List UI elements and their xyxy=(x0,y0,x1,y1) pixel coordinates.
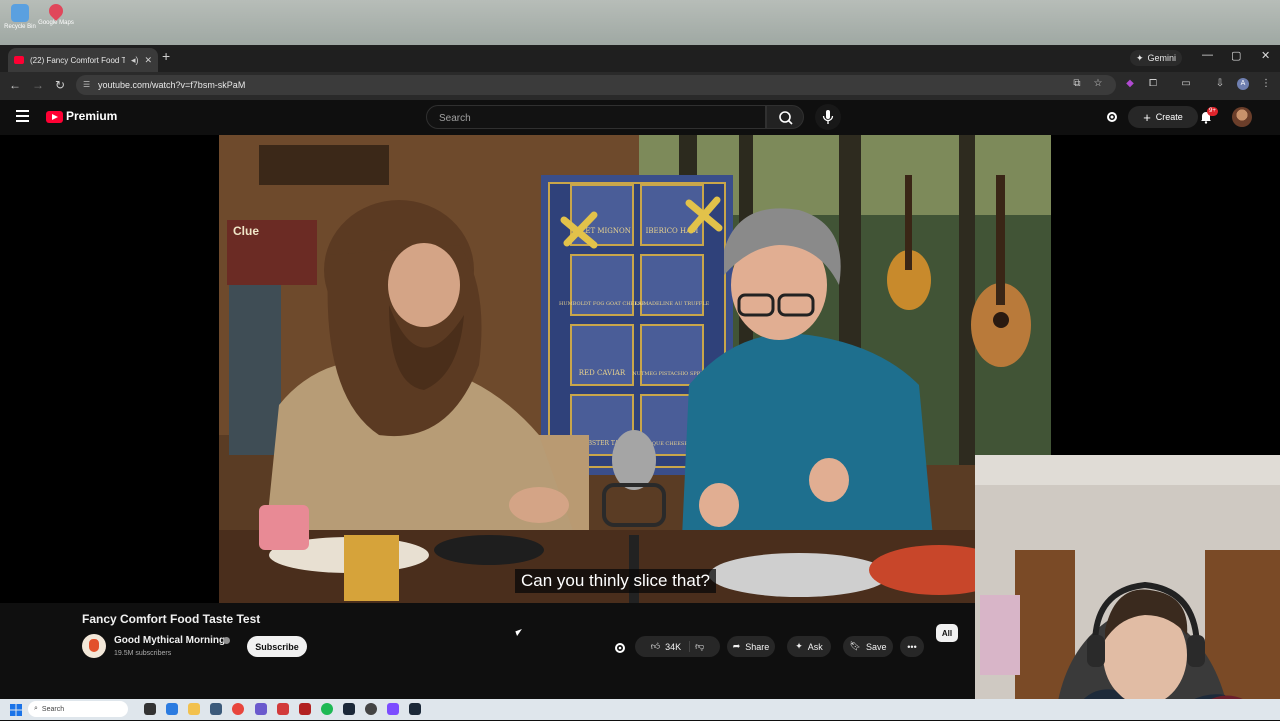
minimize-icon[interactable]: — xyxy=(1202,49,1213,61)
microphone-icon xyxy=(822,110,834,124)
install-app-icon[interactable]: ⧉ xyxy=(1071,78,1083,90)
caption-text: Can you thinly slice that? xyxy=(515,569,716,593)
video-scene: FILET MIGNON IBERICO HAM HUMBOLDT FOG GO… xyxy=(219,135,1051,603)
chrome-icon[interactable] xyxy=(232,703,244,715)
bookmark-star-icon[interactable]: ☆ xyxy=(1092,78,1104,90)
back-arrow-icon[interactable]: ← xyxy=(9,78,21,92)
thumbs-up-icon: 👍︎ xyxy=(650,641,661,651)
app-icon[interactable] xyxy=(166,703,178,715)
voice-search-button[interactable] xyxy=(815,104,841,130)
create-label: Create xyxy=(1155,112,1183,122)
taskbar-search-label: Search xyxy=(41,705,65,713)
sidebar-icon[interactable]: ▭ xyxy=(1180,78,1192,90)
board-item-label: LA MADELINE AU TRUFFLE xyxy=(635,301,710,307)
extension-icon[interactable]: ◆ xyxy=(1124,78,1136,90)
reload-icon[interactable]: ↻ xyxy=(55,78,65,92)
ask-button[interactable]: ✦ Ask xyxy=(787,636,831,657)
downloads-icon[interactable]: ⇩ xyxy=(1214,78,1226,90)
maps-shortcut-icon[interactable]: Google Maps xyxy=(36,1,76,26)
plus-icon: + xyxy=(1143,109,1151,125)
maximize-icon[interactable]: ▢ xyxy=(1231,49,1241,62)
subscribe-button[interactable]: Subscribe xyxy=(247,636,307,657)
search-input[interactable] xyxy=(437,111,741,126)
file-explorer-icon[interactable] xyxy=(188,703,200,715)
like-dislike-group: 👍︎ 34K 👎︎ xyxy=(635,636,720,657)
tab-title: (22) Fancy Comfort Food Taste Test - You… xyxy=(30,55,125,65)
youtube-favicon-icon xyxy=(14,56,24,64)
board-item-label: RED CAVIAR xyxy=(579,369,626,377)
poster-title: Clue xyxy=(233,224,259,238)
browser-tab[interactable]: (22) Fancy Comfort Food Taste Test - You… xyxy=(8,48,158,72)
channel-name[interactable]: Good Mythical Morning xyxy=(114,635,225,646)
more-actions-button[interactable]: ••• xyxy=(900,636,924,657)
filter-chip-all[interactable]: All xyxy=(936,624,958,642)
close-tab-icon[interactable]: ✕ xyxy=(144,55,152,66)
create-button[interactable]: + Create xyxy=(1128,106,1198,128)
puzzle-extensions-icon[interactable]: ⧠ xyxy=(1147,78,1159,90)
app-icon[interactable] xyxy=(277,703,289,715)
youtube-logo-icon[interactable] xyxy=(46,111,63,123)
webcam-scene xyxy=(975,455,1280,720)
forward-arrow-icon[interactable]: → xyxy=(32,78,44,92)
desktop-icon-label: Recycle Bin xyxy=(4,24,36,30)
app-icon[interactable] xyxy=(255,703,267,715)
subscriber-count: 19.5M subscribers xyxy=(114,650,172,657)
bookmark-icon: 🔖︎ xyxy=(849,641,861,651)
video-frame[interactable]: FILET MIGNON IBERICO HAM HUMBOLDT FOG GO… xyxy=(219,135,1051,603)
share-button[interactable]: ➦ Share xyxy=(727,636,775,657)
omnibox[interactable]: ☰ youtube.com/watch?v=f7bsm-skPaM xyxy=(76,75,1116,95)
like-button[interactable]: 👍︎ 34K xyxy=(650,641,691,652)
save-button[interactable]: 🔖︎ Save xyxy=(843,636,893,657)
gemini-label: Gemini xyxy=(1147,53,1177,63)
spotify-icon[interactable] xyxy=(321,703,333,715)
app-icon[interactable] xyxy=(210,703,222,715)
taskbar-search[interactable]: ⌕ Search xyxy=(28,701,128,717)
site-settings-icon[interactable]: ☰ xyxy=(83,80,92,89)
channel-avatar[interactable] xyxy=(82,634,106,658)
ai-sparkle-icon[interactable] xyxy=(614,641,626,653)
hamburger-menu-icon[interactable] xyxy=(16,110,29,125)
search-icon: ⌕ xyxy=(34,705,38,712)
search-icon xyxy=(779,111,793,125)
board-item-label: HUMBOLDT FOG GOAT CHEESE xyxy=(559,301,645,307)
video-title: Fancy Comfort Food Taste Test xyxy=(82,612,261,626)
url-text[interactable]: youtube.com/watch?v=f7bsm-skPaM xyxy=(98,80,245,90)
speaker-icon[interactable]: ◂) xyxy=(131,55,139,66)
recycle-bin-icon[interactable]: Recycle Bin xyxy=(0,4,40,30)
share-arrow-icon: ➦ xyxy=(732,641,741,651)
app-icon[interactable] xyxy=(387,703,399,715)
thumbs-down-icon[interactable]: 👎︎ xyxy=(695,641,704,652)
close-window-icon[interactable]: ✕ xyxy=(1261,49,1270,62)
search-box[interactable] xyxy=(426,105,766,129)
search-button[interactable] xyxy=(766,105,804,129)
share-label: Share xyxy=(745,641,770,652)
app-icon[interactable] xyxy=(299,703,311,715)
gemini-button[interactable]: ✦ Gemini xyxy=(1130,50,1183,66)
task-view-icon[interactable] xyxy=(144,703,156,715)
webcam-overlay xyxy=(975,455,1280,720)
gear-sparkle-icon[interactable] xyxy=(1105,110,1119,124)
steam-icon[interactable] xyxy=(343,703,355,715)
steam-icon[interactable] xyxy=(409,703,421,715)
notification-badge: 9+ xyxy=(1207,107,1218,116)
new-tab-button[interactable]: + xyxy=(162,48,170,64)
account-avatar[interactable] xyxy=(1232,107,1252,127)
windows-start-icon[interactable] xyxy=(10,703,22,716)
like-count: 34K xyxy=(665,641,682,652)
youtube-premium-label[interactable]: Premium xyxy=(66,109,117,123)
sparkle-icon: ✦ xyxy=(795,641,803,651)
more-horizontal-icon: ••• xyxy=(907,641,917,652)
browser-tab-bar: (22) Fancy Comfort Food Taste Test - You… xyxy=(0,45,1280,72)
verified-check-icon xyxy=(223,637,230,644)
ask-label: Ask xyxy=(807,641,823,652)
desktop-background: Recycle Bin Google Maps xyxy=(0,0,1280,45)
kebab-menu-icon[interactable]: ⋮ xyxy=(1260,78,1272,90)
save-label: Save xyxy=(865,641,887,652)
profile-icon[interactable]: A xyxy=(1237,78,1249,90)
sparkle-icon: ✦ xyxy=(1136,52,1144,63)
app-icon[interactable] xyxy=(365,703,377,715)
mouse-cursor-icon xyxy=(515,628,524,637)
